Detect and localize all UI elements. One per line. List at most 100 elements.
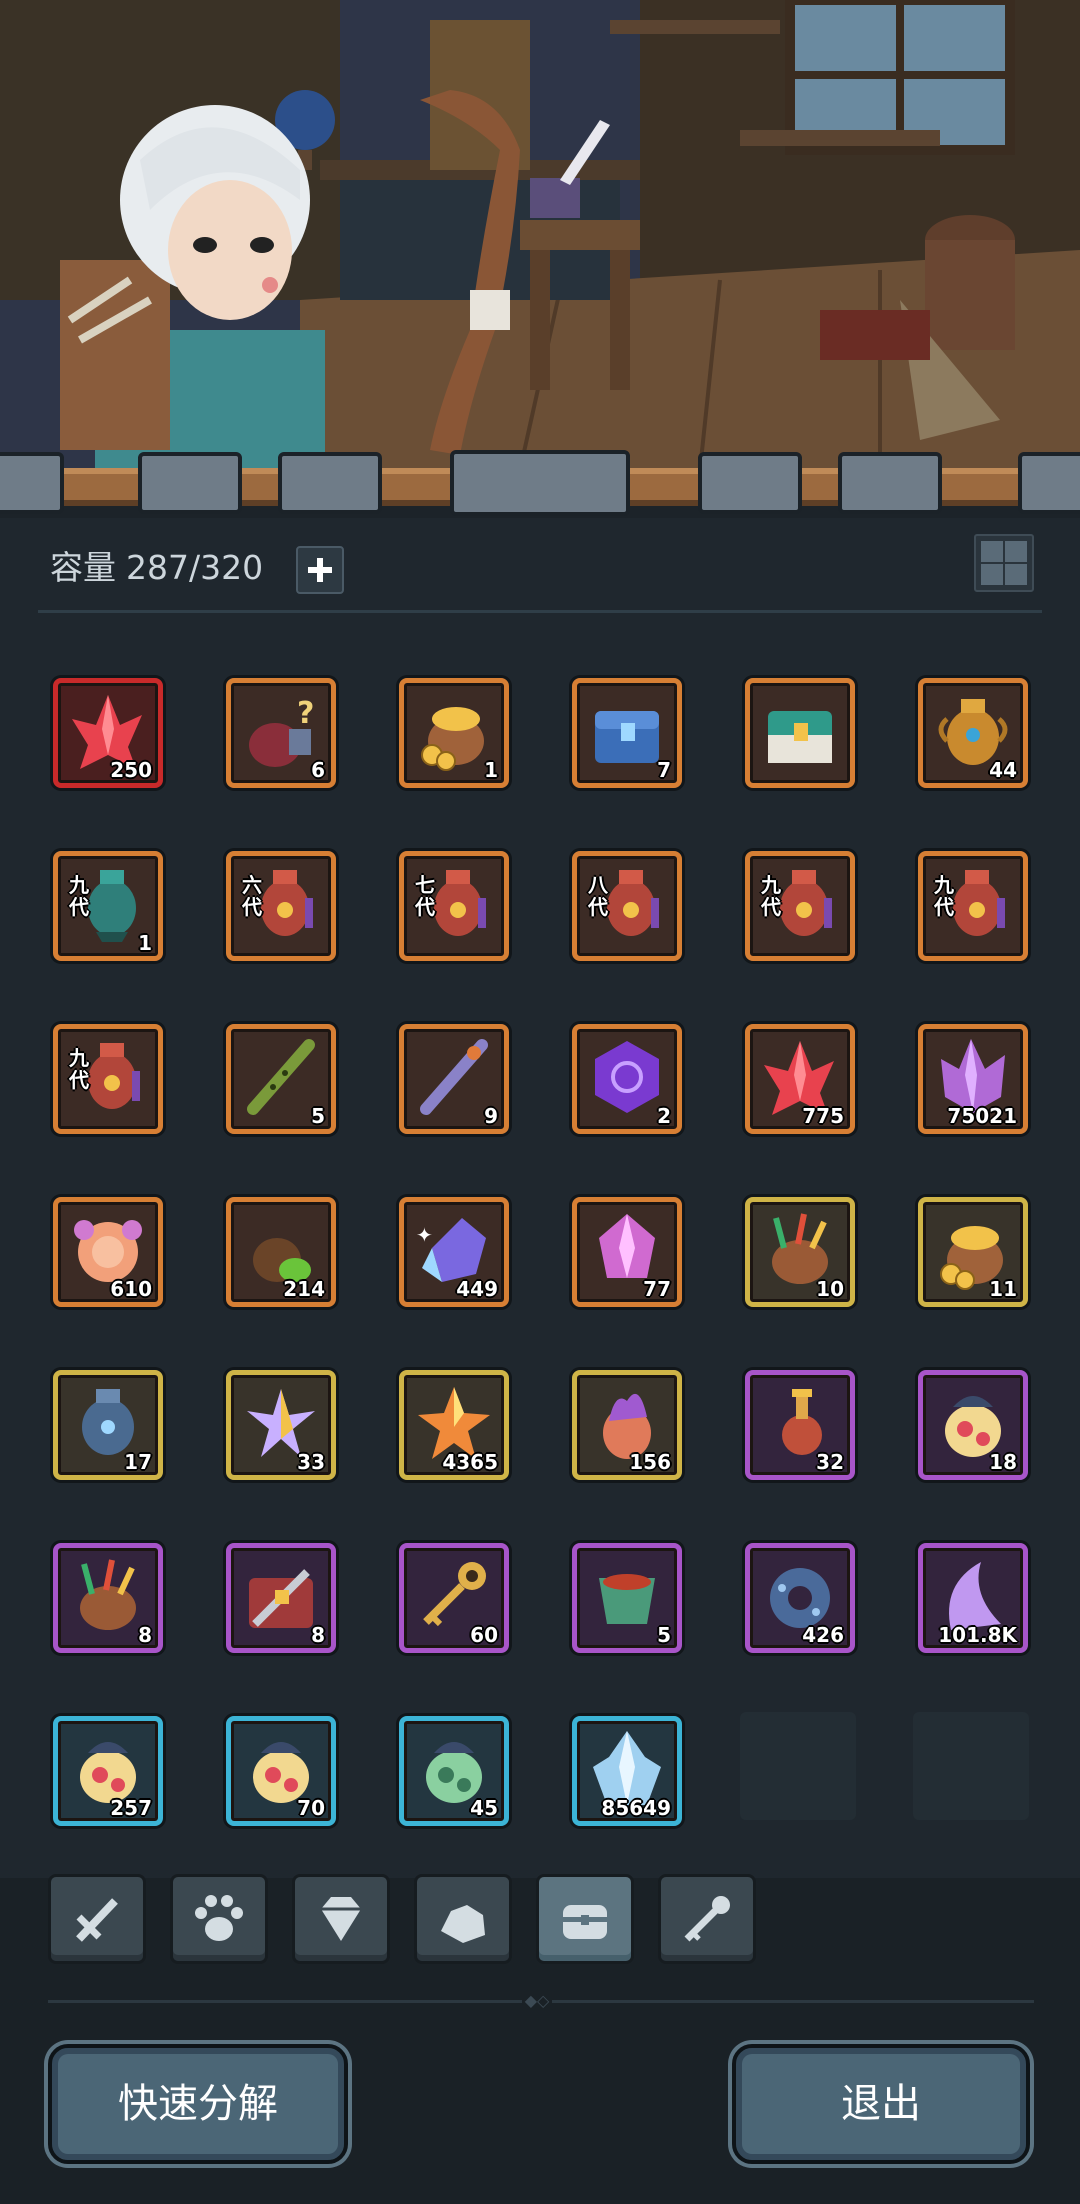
item-quantity: 610: [110, 1277, 152, 1301]
item-quantity: 1: [138, 931, 152, 955]
inventory-slot[interactable]: 九代 1: [53, 851, 163, 961]
item-quantity: 6: [311, 758, 325, 782]
item-quantity: 85649: [601, 1796, 671, 1820]
inventory-slot[interactable]: 426: [745, 1543, 855, 1653]
inventory-slot[interactable]: 5: [226, 1024, 336, 1134]
inventory-slot[interactable]: 101.8K: [918, 1543, 1028, 1653]
item-quantity: 101.8K: [938, 1623, 1017, 1647]
divider-ornament: ◆◇: [522, 1992, 552, 2010]
item-quantity: 5: [657, 1623, 671, 1647]
item-quantity: 45: [470, 1796, 498, 1820]
inventory-slot[interactable]: 85649: [572, 1716, 682, 1826]
item-quantity: 426: [802, 1623, 844, 1647]
inventory-slot[interactable]: 8: [226, 1543, 336, 1653]
inventory-slot[interactable]: 18: [918, 1370, 1028, 1480]
inventory-slot[interactable]: 33: [226, 1370, 336, 1480]
inventory-slot[interactable]: 214: [226, 1197, 336, 1307]
generation-label: 七代: [415, 873, 435, 919]
generation-label: 九代: [69, 873, 89, 919]
inventory-slot[interactable]: 75021: [918, 1024, 1028, 1134]
inventory-slot[interactable]: ✦ 449: [399, 1197, 509, 1307]
item-quantity: 257: [110, 1796, 152, 1820]
grid-view-button[interactable]: [974, 534, 1034, 592]
inventory-slot[interactable]: 77: [572, 1197, 682, 1307]
expand-capacity-button[interactable]: [296, 546, 344, 594]
inventory-slot[interactable]: 11: [918, 1197, 1028, 1307]
inventory-slot[interactable]: 1: [399, 678, 509, 788]
inventory-slot[interactable]: 60: [399, 1543, 509, 1653]
item-quantity: 8: [311, 1623, 325, 1647]
item-quantity: 32: [816, 1450, 844, 1474]
generation-label: 九代: [69, 1046, 89, 1092]
category-tab[interactable]: [170, 1874, 268, 1964]
item-quantity: 70: [297, 1796, 325, 1820]
item-quantity: 18: [989, 1450, 1017, 1474]
inventory-slot[interactable]: 775: [745, 1024, 855, 1134]
item-quantity: 77: [643, 1277, 671, 1301]
item-quantity: 4365: [442, 1450, 498, 1474]
inventory-slot[interactable]: 44: [918, 678, 1028, 788]
item-quantity: 7: [657, 758, 671, 782]
item-quantity: 5: [311, 1104, 325, 1128]
inventory-slot[interactable]: 156: [572, 1370, 682, 1480]
inventory-slot[interactable]: 六代: [226, 851, 336, 961]
inventory-slot[interactable]: 250: [53, 678, 163, 788]
inventory-slot[interactable]: 7: [572, 678, 682, 788]
category-tab[interactable]: [536, 1874, 634, 1964]
empty-slot: [740, 1712, 856, 1820]
item-quantity: 60: [470, 1623, 498, 1647]
item-quantity: 11: [989, 1277, 1017, 1301]
item-quantity: 9: [484, 1104, 498, 1128]
item-quantity: 75021: [947, 1104, 1017, 1128]
capacity-label: 容量: [50, 548, 116, 587]
stone-rail: [0, 450, 1080, 520]
inventory-slot[interactable]: 4365: [399, 1370, 509, 1480]
panel-divider: [38, 610, 1042, 613]
item-quantity: 8: [138, 1623, 152, 1647]
item-quantity: 17: [124, 1450, 152, 1474]
generation-label: 九代: [761, 873, 781, 919]
item-quantity: 33: [297, 1450, 325, 1474]
item-quantity: 250: [110, 758, 152, 782]
category-tab[interactable]: [658, 1874, 756, 1964]
svg-text:✦: ✦: [416, 1223, 433, 1247]
item-quantity: 449: [456, 1277, 498, 1301]
item-quantity: 214: [283, 1277, 325, 1301]
generation-label: 六代: [242, 873, 262, 919]
inventory-slot[interactable]: 257: [53, 1716, 163, 1826]
exit-button[interactable]: 退出: [732, 2044, 1030, 2164]
category-tab[interactable]: [48, 1874, 146, 1964]
generation-label: 九代: [934, 873, 954, 919]
svg-text:?: ?: [297, 696, 314, 731]
item-quantity: 156: [629, 1450, 671, 1474]
category-tab[interactable]: [414, 1874, 512, 1964]
inventory-slot[interactable]: 九代: [53, 1024, 163, 1134]
inventory-slot[interactable]: 5: [572, 1543, 682, 1653]
inventory-slot[interactable]: 2: [572, 1024, 682, 1134]
inventory-slot[interactable]: 8: [53, 1543, 163, 1653]
inventory-slot[interactable]: 10: [745, 1197, 855, 1307]
inventory-slot[interactable]: 九代: [918, 851, 1028, 961]
inventory-slot[interactable]: 32: [745, 1370, 855, 1480]
generation-label: 八代: [588, 873, 608, 919]
item-quantity: 44: [989, 758, 1017, 782]
item-quantity: 10: [816, 1277, 844, 1301]
inventory-slot[interactable]: 17: [53, 1370, 163, 1480]
inventory-slot[interactable]: ? 6: [226, 678, 336, 788]
item-quantity: 775: [802, 1104, 844, 1128]
header-illustration: [0, 0, 1080, 470]
item-quantity: 1: [484, 758, 498, 782]
inventory-slot[interactable]: [745, 678, 855, 788]
category-tab[interactable]: [292, 1874, 390, 1964]
inventory-slot[interactable]: 45: [399, 1716, 509, 1826]
inventory-slot[interactable]: 70: [226, 1716, 336, 1826]
inventory-slot[interactable]: 九代: [745, 851, 855, 961]
inventory-slot[interactable]: 七代: [399, 851, 509, 961]
item-quantity: 2: [657, 1104, 671, 1128]
quick-decompose-button[interactable]: 快速分解: [48, 2044, 348, 2164]
inventory-slot[interactable]: 9: [399, 1024, 509, 1134]
inventory-slot[interactable]: 610: [53, 1197, 163, 1307]
empty-slot: [913, 1712, 1029, 1820]
inventory-slot[interactable]: 八代: [572, 851, 682, 961]
capacity-value: 287/320: [126, 548, 264, 587]
